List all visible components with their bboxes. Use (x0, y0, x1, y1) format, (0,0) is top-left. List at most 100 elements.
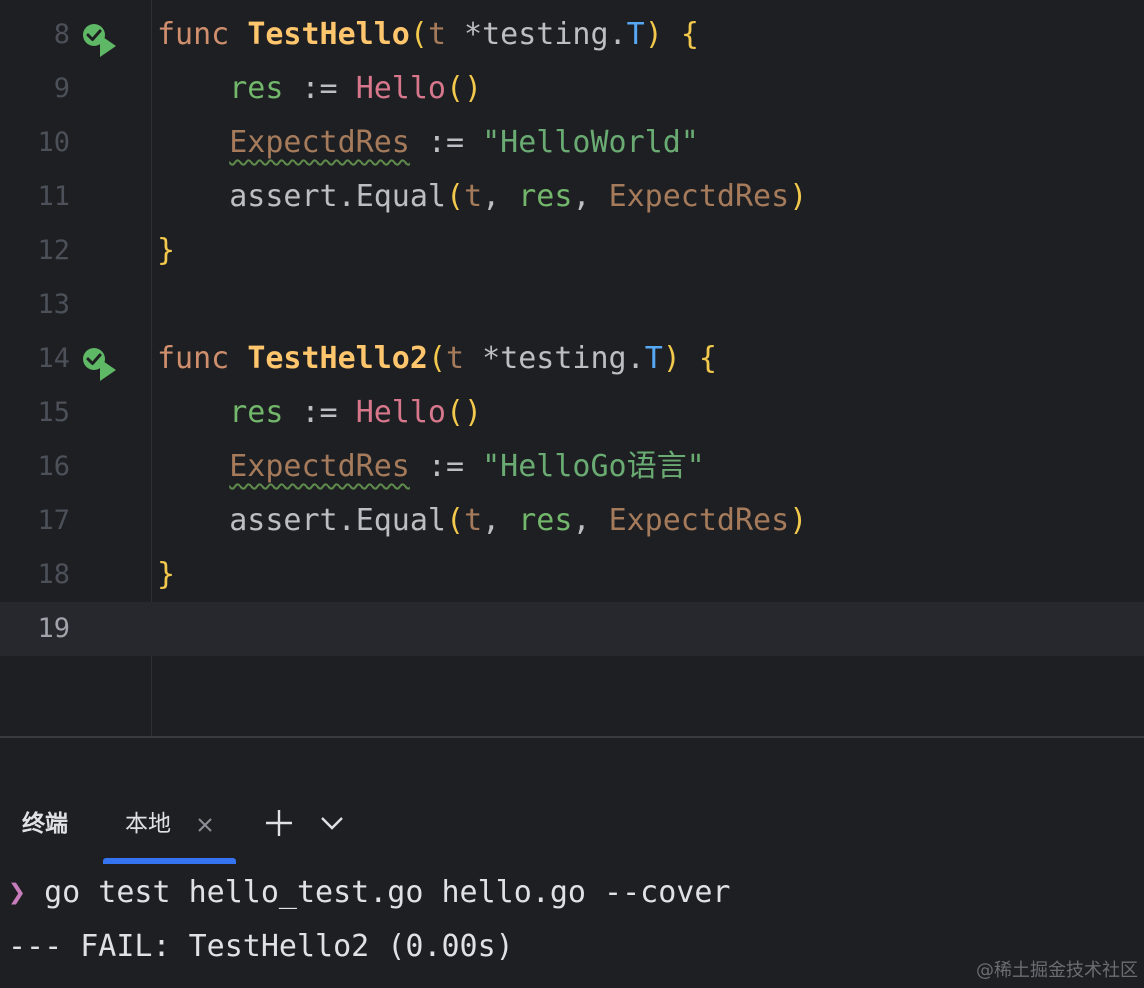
code-token: assert (229, 503, 338, 538)
run-test-passed-icon[interactable] (80, 23, 120, 57)
code-token: TestHello2 (247, 341, 428, 376)
line-number: 14 (37, 343, 70, 374)
code-token: t (427, 17, 446, 52)
code-token: res (229, 71, 284, 106)
line-number: 15 (37, 397, 70, 428)
code-token: := (409, 125, 483, 160)
code-token: "HelloWorld" (482, 125, 699, 160)
code-text: func TestHello(t *testing.T) { (157, 8, 699, 62)
code-line[interactable]: 12} (0, 224, 1144, 278)
terminal-command: go test hello_test.go hello.go --cover (26, 875, 731, 910)
code-token: Hello (355, 395, 446, 430)
code-line[interactable]: 14 func TestHello2(t *testing.T) { (0, 332, 1144, 386)
code-token: ExpectdRes (608, 179, 790, 214)
code-token: { (698, 341, 717, 376)
code-token: func (157, 341, 230, 376)
code-line[interactable]: 10 ExpectdRes := "HelloWorld" (0, 116, 1144, 170)
terminal-output[interactable]: ❯ go test hello_test.go hello.go --cover… (0, 864, 1144, 988)
chevron-down-icon[interactable] (318, 810, 346, 836)
code-token: := (283, 71, 356, 106)
code-token: Equal (355, 179, 446, 214)
code-line[interactable]: 8 func TestHello(t *testing.T) { (0, 8, 1144, 62)
line-number: 17 (37, 505, 70, 536)
line-number: 13 (37, 289, 70, 320)
code-text: } (157, 548, 175, 602)
code-token: res (518, 503, 573, 538)
code-token: T (626, 17, 645, 52)
code-token: t (464, 179, 483, 214)
code-token: () (446, 71, 483, 106)
code-token: * (464, 341, 501, 376)
code-token: } (157, 557, 176, 592)
code-token: t (446, 341, 465, 376)
line-number: 18 (37, 559, 70, 590)
code-token: T (644, 341, 663, 376)
line-number: 16 (37, 451, 70, 482)
code-token: testing (482, 17, 609, 52)
line-number: 11 (37, 181, 70, 212)
code-token: := (283, 395, 356, 430)
watermark: @稀土掘金技术社区 (976, 960, 1138, 981)
code-token: ExpectdRes (229, 449, 410, 484)
tab-local-label: 本地 (125, 811, 171, 837)
code-token: * (446, 17, 483, 52)
code-line[interactable]: 17 assert.Equal(t, res, ExpectdRes) (0, 494, 1144, 548)
code-token: . (337, 179, 356, 214)
code-token: "HelloGo语言" (482, 449, 705, 484)
code-editor[interactable]: 8 func TestHello(t *testing.T) {9 res := … (0, 0, 1144, 736)
close-icon[interactable] (195, 815, 215, 835)
code-token: ExpectdRes (229, 125, 410, 160)
code-line[interactable]: 19 (0, 602, 1144, 656)
code-token: ExpectdRes (608, 503, 790, 538)
code-token: . (337, 503, 356, 538)
code-line[interactable]: 18} (0, 548, 1144, 602)
code-token: ) (789, 503, 808, 538)
code-token: t (464, 503, 483, 538)
code-token: ( (446, 179, 465, 214)
code-token: { (680, 17, 699, 52)
prompt-icon: ❯ (8, 875, 27, 910)
run-test-passed-icon[interactable] (80, 347, 120, 381)
code-token: res (518, 179, 573, 214)
tab-local[interactable]: 本地 (103, 782, 236, 864)
code-text: res := Hello() (157, 62, 482, 116)
code-text: assert.Equal(t, res, ExpectdRes) (157, 494, 807, 548)
code-token: ( (427, 341, 446, 376)
code-token: ( (409, 17, 428, 52)
code-text: assert.Equal(t, res, ExpectdRes) (157, 170, 807, 224)
code-token: testing (500, 341, 627, 376)
line-number: 19 (37, 613, 70, 644)
code-token: Hello (355, 71, 446, 106)
code-token: ) (662, 341, 681, 376)
code-token: , (482, 503, 519, 538)
line-number: 9 (53, 73, 70, 104)
code-line[interactable]: 13 (0, 278, 1144, 332)
terminal-output-line: --- FAIL: TestHello2 (0.00s) (8, 929, 514, 964)
terminal-command-line: ❯ go test hello_test.go hello.go --cover (8, 866, 730, 920)
code-token: res (229, 395, 284, 430)
code-line[interactable]: 9 res := Hello() (0, 62, 1144, 116)
plus-icon[interactable] (262, 806, 296, 840)
terminal-toolbar: 终端 本地 (0, 782, 1144, 864)
code-line[interactable]: 16 ExpectdRes := "HelloGo语言" (0, 440, 1144, 494)
code-line[interactable]: 11 assert.Equal(t, res, ExpectdRes) (0, 170, 1144, 224)
terminal-title: 终端 (22, 811, 68, 837)
code-token: . (608, 17, 627, 52)
code-token: , (482, 179, 519, 214)
code-token: } (157, 233, 176, 268)
code-token: () (446, 395, 483, 430)
code-token: ) (644, 17, 663, 52)
code-text: func TestHello2(t *testing.T) { (157, 332, 717, 386)
code-line[interactable]: 15 res := Hello() (0, 386, 1144, 440)
code-token: ( (446, 503, 465, 538)
code-token: TestHello (247, 17, 410, 52)
code-token: := (409, 449, 483, 484)
line-number: 8 (53, 19, 70, 50)
